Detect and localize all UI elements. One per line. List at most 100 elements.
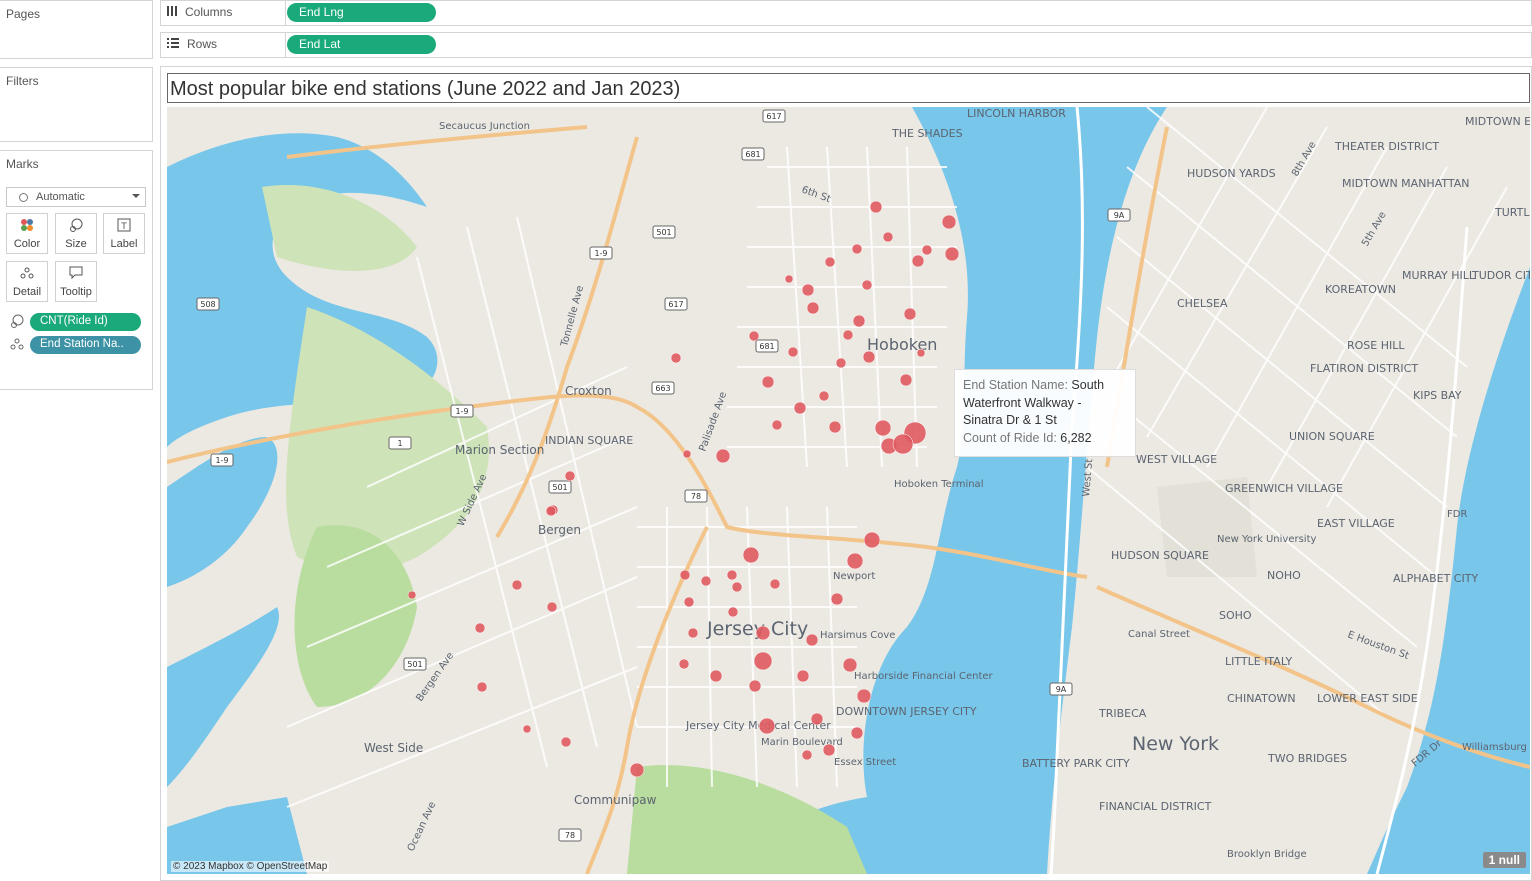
map-label: Brooklyn Bridge [1227, 849, 1307, 860]
station-mark[interactable] [846, 552, 864, 570]
station-mark[interactable] [941, 214, 957, 230]
station-mark[interactable] [818, 390, 830, 402]
station-mark[interactable] [546, 601, 558, 613]
end-station-name-pill[interactable]: End Station Na.. [30, 336, 141, 354]
station-mark[interactable] [407, 590, 417, 600]
station-mark[interactable] [784, 274, 794, 284]
station-mark[interactable] [761, 375, 775, 389]
station-mark[interactable] [852, 314, 866, 328]
station-mark[interactable] [830, 592, 844, 606]
station-mark[interactable] [810, 712, 824, 726]
station-mark[interactable] [850, 726, 864, 740]
station-mark[interactable] [474, 622, 486, 634]
station-mark[interactable] [679, 569, 691, 581]
station-mark[interactable] [851, 243, 863, 255]
map-canvas[interactable]: HobokenJersey CityNew YorkSecaucus Junct… [167, 107, 1530, 874]
station-mark[interactable] [753, 651, 773, 671]
station-mark[interactable] [560, 736, 572, 748]
station-mark[interactable] [769, 578, 781, 590]
station-mark[interactable] [835, 357, 847, 369]
route-shield: 501 [548, 480, 572, 494]
svg-text:663: 663 [655, 384, 670, 393]
station-mark[interactable] [476, 681, 488, 693]
station-mark[interactable] [921, 244, 933, 256]
station-mark[interactable] [726, 569, 738, 581]
mark-type-dropdown[interactable]: Automatic [6, 187, 146, 207]
station-mark[interactable] [892, 433, 914, 455]
station-mark[interactable] [715, 448, 731, 464]
station-mark[interactable] [771, 419, 783, 431]
station-mark[interactable] [801, 283, 815, 297]
label-button[interactable]: T Label [103, 213, 145, 254]
station-mark[interactable] [842, 329, 854, 341]
station-mark[interactable] [748, 330, 760, 342]
station-mark[interactable] [758, 717, 776, 735]
station-mark[interactable] [709, 669, 723, 683]
map-label: CHINATOWN [1227, 692, 1296, 705]
station-mark[interactable] [869, 200, 883, 214]
station-mark[interactable] [742, 546, 760, 564]
rows-shelf[interactable]: Rows End Lat [160, 32, 1532, 58]
filters-card[interactable]: Filters [0, 67, 153, 142]
station-mark[interactable] [903, 307, 917, 321]
map-label: Hoboken [867, 335, 937, 354]
size-button[interactable]: Size [55, 213, 97, 254]
station-mark[interactable] [796, 669, 810, 683]
size-pill-row: CNT(Ride Id) [10, 313, 141, 331]
station-mark[interactable] [911, 254, 925, 268]
tooltip-button[interactable]: Tooltip [55, 261, 97, 302]
station-mark[interactable] [787, 346, 799, 358]
station-mark[interactable] [731, 581, 743, 593]
station-mark[interactable] [916, 348, 926, 358]
station-mark[interactable] [899, 373, 913, 387]
station-mark[interactable] [856, 688, 872, 704]
cnt-ride-id-pill[interactable]: CNT(Ride Id) [30, 313, 141, 331]
route-shield: 501 [403, 657, 427, 671]
station-mark[interactable] [842, 657, 858, 673]
mark-type-value: Automatic [36, 191, 85, 203]
station-mark[interactable] [683, 596, 695, 608]
station-mark[interactable] [545, 505, 557, 517]
color-button[interactable]: Color [6, 213, 48, 254]
null-indicator[interactable]: 1 null [1482, 852, 1526, 868]
worksheet-title-box[interactable]: Most popular bike end stations (June 202… [167, 73, 1530, 103]
station-mark[interactable] [862, 350, 876, 364]
station-mark[interactable] [793, 401, 807, 415]
station-mark[interactable] [687, 627, 699, 639]
map-label: Newport [833, 571, 875, 582]
station-mark[interactable] [682, 449, 692, 459]
station-mark[interactable] [801, 749, 813, 761]
station-mark[interactable] [629, 762, 645, 778]
map-label: GREENWICH VILLAGE [1225, 482, 1343, 495]
station-mark[interactable] [511, 579, 523, 591]
station-mark[interactable] [727, 606, 739, 618]
station-mark[interactable] [863, 531, 881, 549]
station-mark[interactable] [861, 279, 873, 291]
station-mark[interactable] [882, 231, 894, 243]
station-mark[interactable] [522, 724, 532, 734]
station-mark[interactable] [700, 575, 712, 587]
map-view[interactable]: Hoboken Jersey City New York Secaucus Junct… [167, 107, 1530, 874]
station-mark[interactable] [748, 679, 762, 693]
end-lat-pill[interactable]: End Lat [287, 35, 436, 54]
map-attribution[interactable]: © 2023 Mapbox © OpenStreetMap [171, 861, 330, 872]
columns-shelf[interactable]: Columns End Lng [160, 0, 1532, 26]
route-shield: 9A [1049, 682, 1073, 696]
station-mark[interactable] [670, 352, 682, 364]
station-mark[interactable] [824, 256, 836, 268]
map-label: HUDSON YARDS [1187, 167, 1276, 180]
pages-card[interactable]: Pages [0, 0, 153, 59]
station-mark[interactable] [874, 419, 892, 437]
station-mark[interactable] [828, 420, 842, 434]
end-lng-pill[interactable]: End Lng [287, 3, 436, 22]
station-mark[interactable] [805, 633, 819, 647]
map-label: KOREATOWN [1325, 283, 1396, 296]
detail-button[interactable]: Detail [6, 261, 48, 302]
station-mark[interactable] [944, 246, 960, 262]
map-label: Hoboken Terminal [894, 479, 983, 490]
station-mark[interactable] [755, 625, 771, 641]
station-mark[interactable] [822, 743, 836, 757]
station-mark[interactable] [678, 658, 690, 670]
station-mark[interactable] [564, 470, 576, 482]
station-mark[interactable] [806, 301, 820, 315]
